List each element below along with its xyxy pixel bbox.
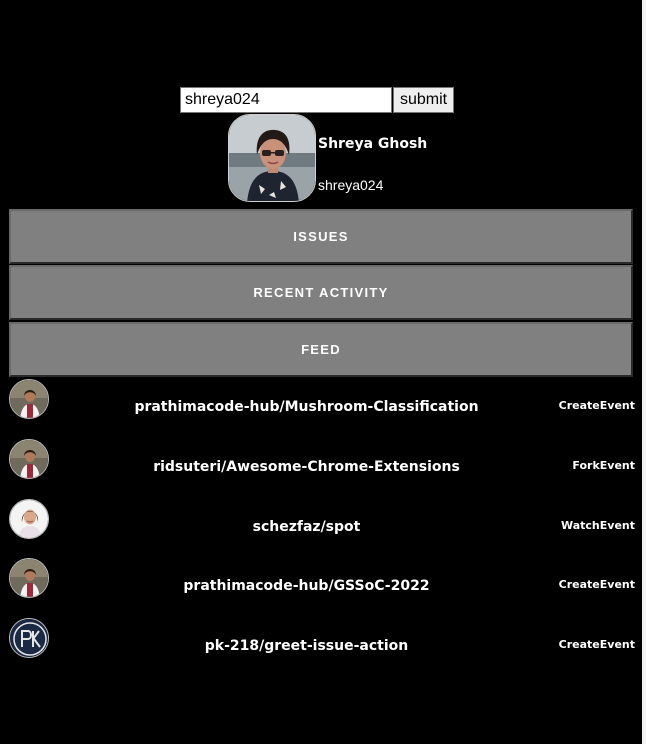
feed-item[interactable]: ridsuteri/Awesome-Chrome-Extensions Fork…	[9, 439, 635, 479]
avatar-woman-red-icon[interactable]	[9, 558, 49, 598]
feed-event-type: ForkEvent	[572, 459, 635, 472]
tab-issues[interactable]: ISSUES	[9, 209, 633, 264]
pk-logo-icon[interactable]	[9, 618, 49, 658]
feed-event-type: CreateEvent	[558, 399, 635, 412]
feed-repo-link[interactable]: schezfaz/spot	[54, 519, 559, 535]
search-bar: submit	[180, 87, 455, 113]
profile-login: shreya024	[318, 177, 384, 193]
feed-event-type: CreateEvent	[558, 638, 635, 651]
feed-event-type: WatchEvent	[560, 519, 635, 532]
feed-item[interactable]: pk-218/greet-issue-action CreateEvent	[9, 618, 635, 658]
feed-repo-link[interactable]: prathimacode-hub/GSSoC-2022	[54, 578, 559, 594]
tab-recent-activity[interactable]: RECENT ACTIVITY	[9, 265, 633, 320]
feed-repo-link[interactable]: pk-218/greet-issue-action	[54, 638, 559, 654]
submit-button[interactable]: submit	[393, 87, 455, 113]
feed-item[interactable]: prathimacode-hub/GSSoC-2022 CreateEvent	[9, 558, 635, 598]
avatar-woman-light-icon[interactable]	[9, 499, 49, 539]
profile-photo-icon	[229, 115, 315, 201]
window-edge	[642, 0, 646, 744]
feed-repo-link[interactable]: ridsuteri/Awesome-Chrome-Extensions	[54, 459, 559, 475]
feed-item[interactable]: schezfaz/spot WatchEvent	[9, 499, 635, 539]
feed-repo-link[interactable]: prathimacode-hub/Mushroom-Classification	[54, 399, 559, 415]
feed-event-type: CreateEvent	[558, 578, 635, 591]
profile-name: Shreya Ghosh	[318, 136, 428, 152]
username-input[interactable]	[180, 87, 392, 113]
feed-item[interactable]: prathimacode-hub/Mushroom-Classification…	[9, 379, 635, 419]
avatar-woman-red-icon[interactable]	[9, 379, 49, 419]
avatar-woman-red-icon[interactable]	[9, 439, 49, 479]
tab-feed[interactable]: FEED	[9, 322, 633, 377]
profile-avatar	[228, 114, 316, 202]
